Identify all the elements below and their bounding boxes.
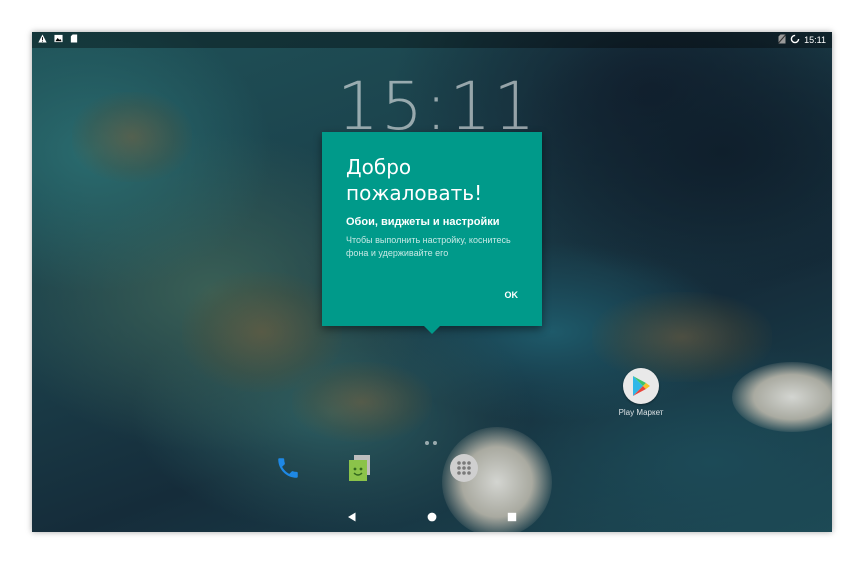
- wallpaper-reef: [292, 362, 432, 442]
- dock: [272, 452, 478, 492]
- navigation-bar: [32, 502, 832, 532]
- loading-icon: [790, 34, 800, 46]
- warning-icon: [38, 34, 47, 45]
- app-shortcut-play-market[interactable]: Play Маркет: [610, 368, 672, 417]
- page-indicator: [425, 441, 437, 445]
- sd-card-icon: [70, 34, 78, 45]
- ok-button[interactable]: OK: [505, 290, 519, 300]
- no-sim-icon: [778, 34, 787, 46]
- recents-icon[interactable]: [504, 509, 520, 525]
- status-bar: 15:11: [32, 32, 832, 48]
- welcome-dialog: Добро пожаловать! Обои, виджеты и настро…: [322, 132, 542, 334]
- dialog-pointer: [424, 326, 440, 334]
- home-icon[interactable]: [424, 509, 440, 525]
- status-time: 15:11: [804, 35, 826, 45]
- play-store-icon: [623, 368, 659, 404]
- wallpaper-reef: [72, 92, 192, 182]
- welcome-title: Добро пожаловать!: [346, 155, 483, 205]
- back-icon[interactable]: [344, 509, 360, 525]
- welcome-body: Чтобы выполнить настройку, коснитесь фон…: [346, 235, 511, 258]
- image-icon: [54, 34, 63, 45]
- phone-icon[interactable]: [272, 452, 304, 484]
- app-label: Play Маркет: [618, 408, 664, 417]
- page-dot: [425, 441, 429, 445]
- page-dot: [433, 441, 437, 445]
- messaging-icon[interactable]: [344, 452, 376, 484]
- notification-icons: [38, 34, 78, 45]
- all-apps-icon[interactable]: [448, 452, 480, 484]
- welcome-subtitle: Обои, виджеты и настройки: [346, 216, 500, 228]
- system-status-icons: 15:11: [778, 34, 826, 46]
- device-screen: 15:11 15:11 Добро пожаловать! Обои, видж…: [32, 32, 832, 532]
